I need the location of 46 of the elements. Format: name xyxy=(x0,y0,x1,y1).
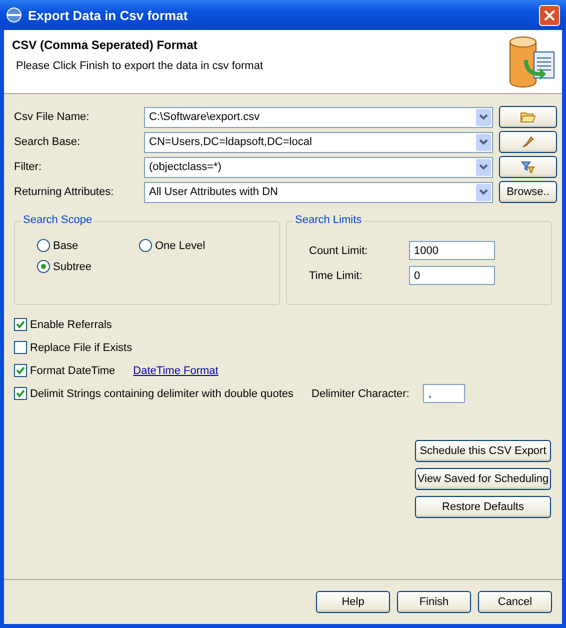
action-button[interactable]: View Saved for Scheduling xyxy=(415,468,551,490)
combo-box[interactable]: (objectclass=*) xyxy=(144,156,493,178)
filter-icon xyxy=(521,161,535,173)
text-field[interactable]: 1000 xyxy=(409,241,495,260)
field-label: Count Limit: xyxy=(309,244,369,256)
field-label: Delimiter Character: xyxy=(312,388,410,400)
browse-button[interactable]: Browse.. xyxy=(499,181,557,203)
field-label: Csv File Name: xyxy=(14,111,90,123)
checkmark-icon xyxy=(16,366,25,375)
radio-option[interactable]: Base xyxy=(37,239,78,252)
text-field[interactable]: , xyxy=(423,384,466,403)
checkbox[interactable]: Delimit Strings containing delimiter with double quotes xyxy=(14,387,294,400)
link[interactable]: DateTime Format xyxy=(133,364,218,376)
field-label: Search Base: xyxy=(14,136,82,148)
combo-box[interactable]: C:\Software\export.csv xyxy=(144,106,493,128)
text-field[interactable]: 0 xyxy=(409,266,495,285)
dialog-button[interactable]: Help xyxy=(316,591,390,613)
close-button[interactable] xyxy=(539,4,560,26)
field-label: Returning Attributes: xyxy=(14,186,115,198)
checkbox[interactable]: Enable Referrals xyxy=(14,318,112,331)
close-icon xyxy=(544,10,555,20)
header-description: Please Click Finish to export the data in csv format xyxy=(15,60,263,72)
open-folder-button[interactable] xyxy=(499,106,557,128)
radio-option[interactable]: Subtree xyxy=(37,260,92,273)
dialog-button[interactable]: Finish xyxy=(397,591,471,613)
field-label: Filter: xyxy=(14,161,42,173)
window-title: Export Data in Csv format xyxy=(28,8,189,22)
checkbox[interactable]: Replace File if Exists xyxy=(14,341,132,354)
filter-button[interactable] xyxy=(499,156,557,178)
pen-icon xyxy=(521,135,535,149)
checkmark-icon xyxy=(16,389,25,398)
pick-button[interactable] xyxy=(499,131,557,153)
app-icon xyxy=(6,7,22,23)
combo-box[interactable]: All User Attributes with DN xyxy=(144,182,493,202)
checkmark-icon xyxy=(16,320,25,329)
dialog-button[interactable]: Cancel xyxy=(478,591,552,613)
folder-icon xyxy=(520,111,536,123)
action-button[interactable]: Restore Defaults xyxy=(415,496,551,518)
group-title: Search Scope xyxy=(21,214,94,226)
header-title: CSV (Comma Seperated) Format xyxy=(12,38,198,52)
field-label: Time Limit: xyxy=(309,270,364,282)
group-title: Search Limits xyxy=(293,214,364,226)
checkbox[interactable]: Format DateTime xyxy=(14,364,116,377)
radio-option[interactable]: One Level xyxy=(139,239,206,252)
action-button[interactable]: Schedule this CSV Export xyxy=(415,440,551,462)
combo-box[interactable]: CN=Users,DC=ldapsoft,DC=local xyxy=(144,132,493,152)
